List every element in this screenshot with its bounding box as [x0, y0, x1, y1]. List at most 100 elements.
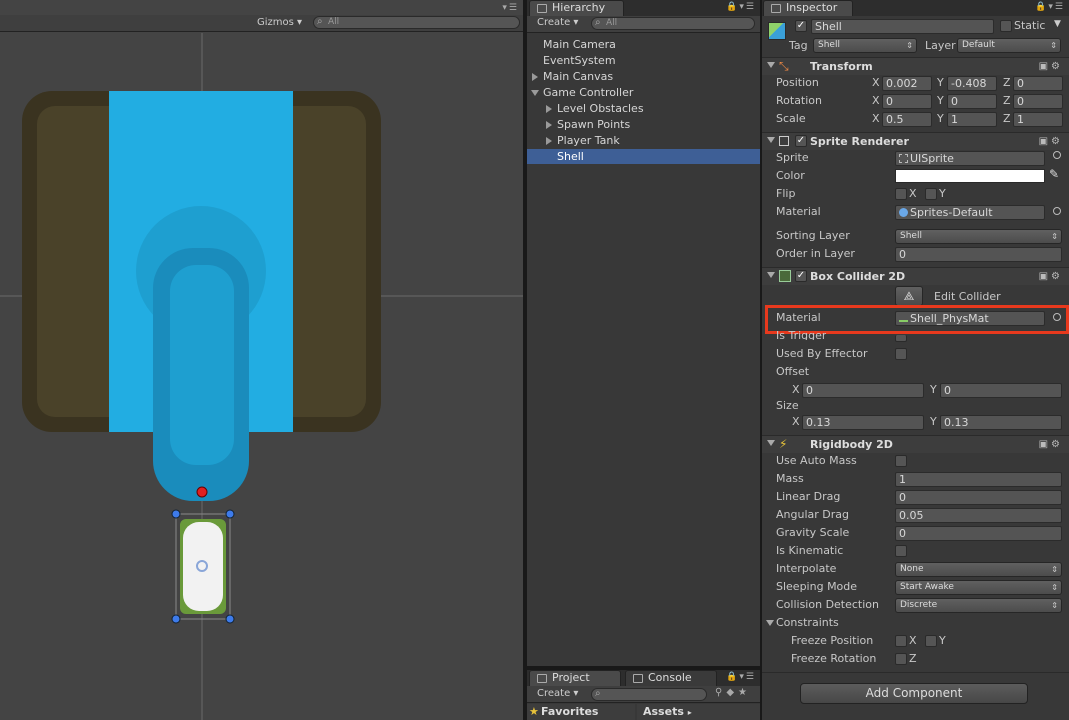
tab-console[interactable]: Console — [625, 670, 717, 686]
collision-detection-dropdown[interactable]: Discrete — [895, 598, 1062, 613]
freeze-position-x-label: X — [909, 634, 917, 647]
hierarchy-item-eventsystem[interactable]: EventSystem — [527, 53, 760, 69]
edit-collider-button[interactable]: ⟁ — [895, 286, 923, 306]
static-checkbox[interactable] — [1000, 20, 1012, 32]
hierarchy-menu-icon[interactable]: 🔒▾☰ — [726, 2, 756, 12]
used-by-effector-checkbox[interactable] — [895, 348, 907, 360]
scale-x-field[interactable]: 0.5 — [882, 112, 932, 127]
tab-hierarchy[interactable]: Hierarchy — [529, 0, 624, 16]
object-name-field[interactable]: Shell — [811, 19, 994, 34]
rigidbody-header[interactable]: ⚡ Rigidbody 2D ▣⚙ — [762, 435, 1069, 453]
project-create-dropdown[interactable]: Create ▾ — [537, 687, 578, 701]
assets-breadcrumb[interactable]: Assets ▸ — [637, 704, 760, 720]
fold-arrow-icon[interactable] — [767, 440, 775, 446]
hierarchy-item-game-controller[interactable]: Game Controller — [527, 85, 760, 101]
fold-arrow-icon[interactable] — [766, 620, 774, 626]
project-search-input[interactable] — [591, 688, 707, 701]
rotation-x-field[interactable]: 0 — [882, 94, 932, 109]
sprite-renderer-header[interactable]: ✓ Sprite Renderer ▣⚙ — [762, 132, 1069, 150]
offset-y-field[interactable]: 0 — [940, 383, 1062, 398]
sorting-layer-dropdown[interactable]: Shell — [895, 229, 1062, 244]
expand-arrow-icon[interactable] — [546, 137, 552, 145]
static-dropdown-icon[interactable]: ▼ — [1054, 19, 1061, 29]
hierarchy-item-spawn-points[interactable]: Spawn Points — [527, 117, 760, 133]
material-field[interactable]: Sprites-Default — [895, 205, 1045, 220]
scene-search-input[interactable]: All — [313, 16, 520, 29]
inspector-menu-icon[interactable]: 🔒▾☰ — [1035, 2, 1065, 12]
interpolate-label: Interpolate — [776, 562, 837, 575]
component-settings-icons[interactable]: ▣⚙ — [1039, 439, 1063, 450]
size-x-field[interactable]: 0.13 — [802, 415, 924, 430]
component-settings-icons[interactable]: ▣⚙ — [1039, 271, 1063, 282]
mass-field[interactable]: 1 — [895, 472, 1062, 487]
position-x-field[interactable]: 0.002 — [882, 76, 932, 91]
add-component-button[interactable]: Add Component — [800, 683, 1028, 704]
hierarchy-item-level-obstacles[interactable]: Level Obstacles — [527, 101, 760, 117]
color-swatch[interactable] — [895, 169, 1045, 183]
component-settings-icons[interactable]: ▣⚙ — [1039, 136, 1063, 147]
expand-arrow-icon[interactable] — [546, 121, 552, 129]
scale-z-field[interactable]: 1 — [1013, 112, 1063, 127]
object-picker-icon[interactable] — [1053, 151, 1061, 159]
position-z-field[interactable]: 0 — [1013, 76, 1063, 91]
project-menu-icon[interactable]: 🔒▾☰ — [726, 672, 756, 682]
hierarchy-item-shell[interactable]: Shell — [527, 149, 760, 164]
layer-dropdown[interactable]: Default — [957, 38, 1061, 53]
constraints-fold[interactable]: Constraints — [762, 614, 882, 632]
position-y-field[interactable]: -0.408 — [947, 76, 997, 91]
scene-canvas[interactable] — [0, 33, 523, 720]
component-settings-icons[interactable]: ▣⚙ — [1039, 61, 1063, 72]
scene-menu-icon[interactable]: ▾☰ — [502, 3, 519, 13]
object-picker-icon[interactable] — [1053, 207, 1061, 215]
transform-header[interactable]: ⤡ Transform ▣⚙ — [762, 57, 1069, 75]
favorites-header[interactable]: ★ Favorites — [527, 704, 635, 720]
order-in-layer-label: Order in Layer — [776, 247, 855, 260]
rotation-z-field[interactable]: 0 — [1013, 94, 1063, 109]
box-collider-enabled-checkbox[interactable]: ✓ — [795, 270, 807, 282]
tab-inspector[interactable]: Inspector — [763, 0, 853, 16]
project-filter-icons[interactable]: ⚲◆★ — [715, 686, 751, 700]
active-checkbox[interactable]: ✓ — [795, 20, 807, 32]
rotation-y-field[interactable]: 0 — [947, 94, 997, 109]
gizmos-dropdown[interactable]: Gizmos ▾ — [257, 16, 302, 30]
offset-x-field[interactable]: 0 — [802, 383, 924, 398]
tag-dropdown[interactable]: Shell — [813, 38, 917, 53]
interpolate-dropdown[interactable]: None — [895, 562, 1062, 577]
fold-arrow-icon[interactable] — [767, 137, 775, 143]
sleeping-mode-dropdown[interactable]: Start Awake — [895, 580, 1062, 595]
flip-x-checkbox[interactable] — [895, 188, 907, 200]
linear-drag-field[interactable]: 0 — [895, 490, 1062, 505]
sprite-field[interactable]: UISprite — [895, 151, 1045, 166]
freeze-position-y-checkbox[interactable] — [925, 635, 937, 647]
expand-arrow-icon[interactable] — [546, 105, 552, 113]
expand-arrow-icon[interactable] — [532, 73, 538, 81]
use-auto-mass-checkbox[interactable] — [895, 455, 907, 467]
gizmos-label: Gizmos — [257, 17, 294, 28]
angular-drag-field[interactable]: 0.05 — [895, 508, 1062, 523]
tab-project[interactable]: Project — [529, 670, 621, 686]
sorting-layer-label: Sorting Layer — [776, 229, 850, 242]
hierarchy-item-main-camera[interactable]: Main Camera — [527, 37, 760, 53]
is-trigger-checkbox[interactable] — [895, 335, 907, 342]
fold-arrow-icon[interactable] — [767, 62, 775, 68]
axis-y-label: Y — [930, 415, 937, 428]
size-y-field[interactable]: 0.13 — [940, 415, 1062, 430]
is-kinematic-checkbox[interactable] — [895, 545, 907, 557]
box-collider-header[interactable]: ✓ Box Collider 2D ▣⚙ — [762, 267, 1069, 285]
hierarchy-search-input[interactable]: All — [591, 17, 755, 30]
freeze-position-x-checkbox[interactable] — [895, 635, 907, 647]
sprite-renderer-enabled-checkbox[interactable]: ✓ — [795, 135, 807, 147]
eyedropper-icon[interactable]: ✎ — [1049, 167, 1059, 181]
flip-y-checkbox[interactable] — [925, 188, 937, 200]
hierarchy-item-player-tank[interactable]: Player Tank — [527, 133, 760, 149]
hierarchy-create-label: Create — [537, 17, 571, 28]
transform-icon: ⤡ — [779, 59, 789, 73]
gravity-scale-field[interactable]: 0 — [895, 526, 1062, 541]
collapse-arrow-icon[interactable] — [531, 90, 539, 96]
freeze-rotation-z-checkbox[interactable] — [895, 653, 907, 665]
fold-arrow-icon[interactable] — [767, 272, 775, 278]
scale-y-field[interactable]: 1 — [947, 112, 997, 127]
order-in-layer-field[interactable]: 0 — [895, 247, 1062, 262]
hierarchy-item-main-canvas[interactable]: Main Canvas — [527, 69, 760, 85]
hierarchy-create-dropdown[interactable]: Create ▾ — [537, 16, 578, 30]
